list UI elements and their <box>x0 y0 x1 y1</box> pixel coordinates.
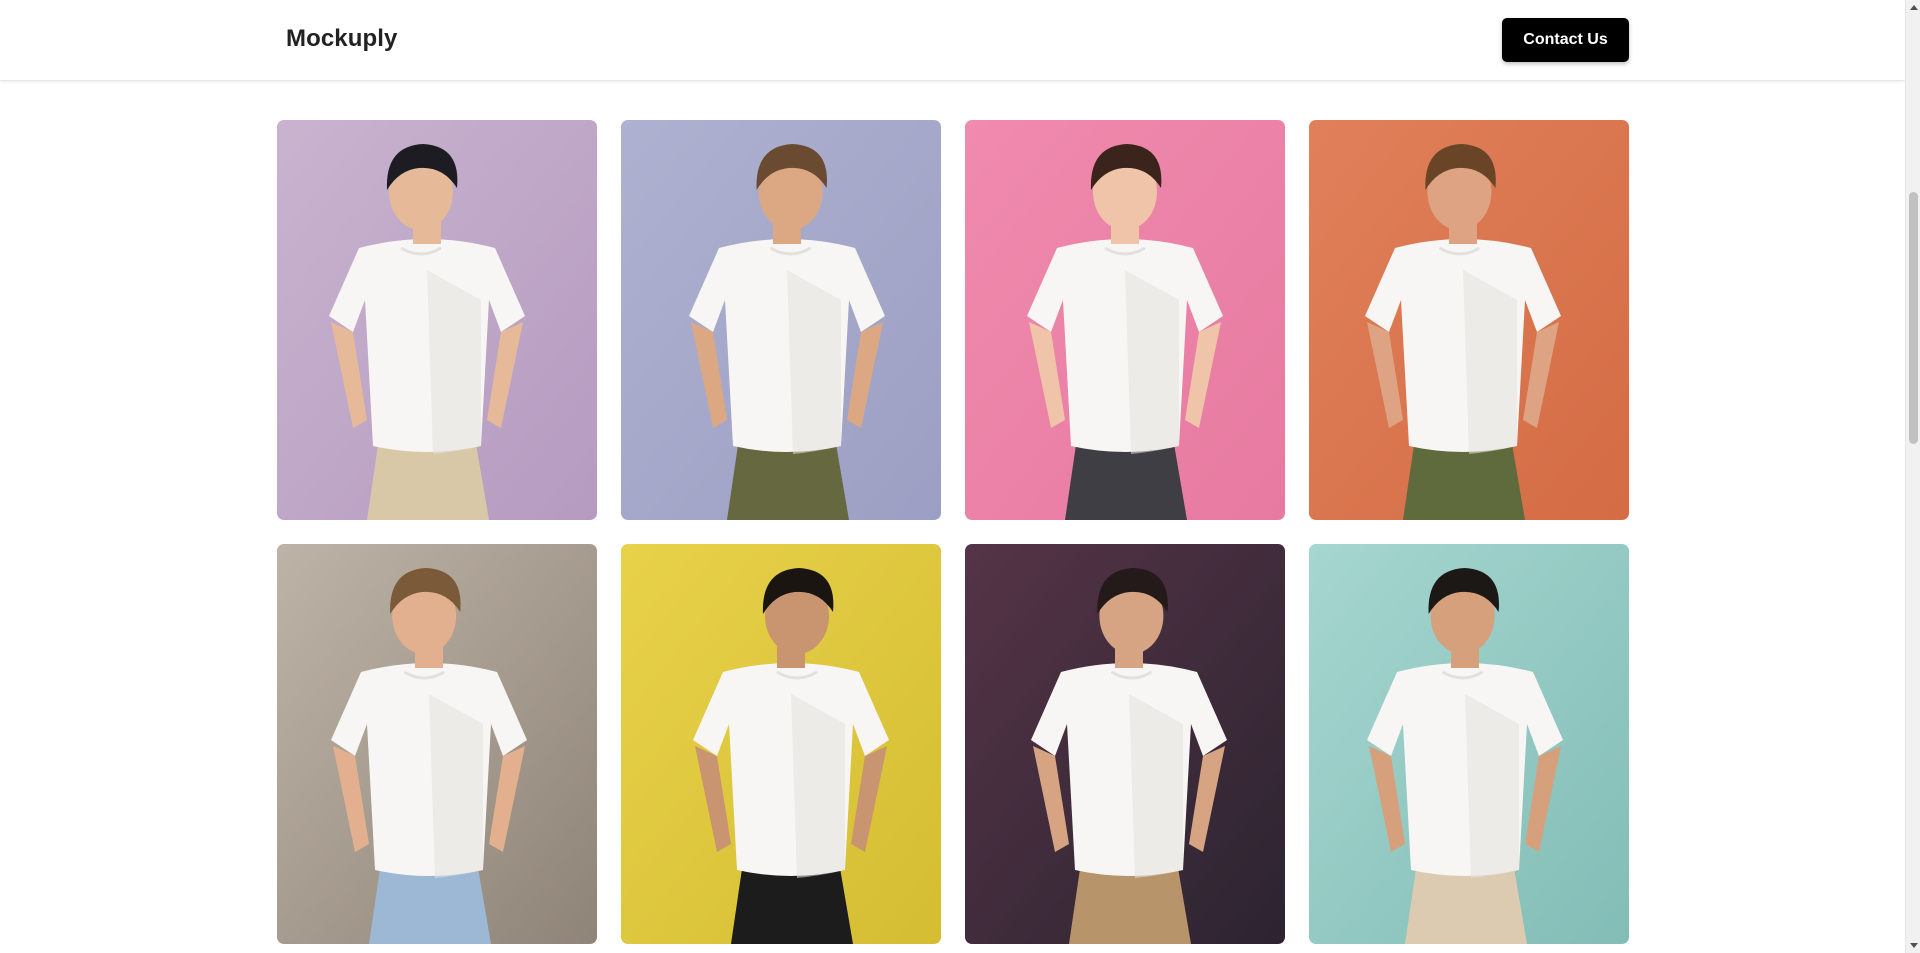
scroll-down-arrow-icon[interactable] <box>1906 938 1920 953</box>
brand-logo[interactable]: Mockuply <box>286 25 397 53</box>
mockup-plum-studio-image <box>965 544 1285 944</box>
vertical-scrollbar[interactable] <box>1905 0 1920 953</box>
mockup-pink-backdrop-image <box>965 120 1285 520</box>
mockup-lilac-wall-card[interactable] <box>277 120 597 520</box>
mockup-plum-studio-card[interactable] <box>965 544 1285 944</box>
page: Mockuply Contact Us <box>0 0 1920 953</box>
mockup-mint-wall-card[interactable] <box>1309 544 1629 944</box>
scrollbar-thumb[interactable] <box>1909 192 1918 444</box>
mockup-orange-backdrop-image <box>1309 120 1629 520</box>
mockup-cloud-sky-card[interactable] <box>621 120 941 520</box>
scroll-up-arrow-icon[interactable] <box>1906 0 1920 15</box>
mockup-studio-lights-card[interactable] <box>277 544 597 944</box>
mockup-cloud-sky-image <box>621 120 941 520</box>
site-header: Mockuply Contact Us <box>0 0 1905 80</box>
mockup-mint-wall-image <box>1309 544 1629 944</box>
contact-us-button[interactable]: Contact Us <box>1502 18 1629 62</box>
mockup-pink-backdrop-card[interactable] <box>965 120 1285 520</box>
mockup-lilac-wall-image <box>277 120 597 520</box>
mockup-gallery <box>0 80 1905 953</box>
mockup-studio-lights-image <box>277 544 597 944</box>
mockup-orange-backdrop-card[interactable] <box>1309 120 1629 520</box>
mockup-yellow-wall-card[interactable] <box>621 544 941 944</box>
mockup-yellow-wall-image <box>621 544 941 944</box>
